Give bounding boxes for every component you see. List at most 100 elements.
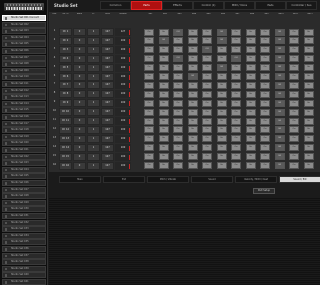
switch-button[interactable]: On xyxy=(260,46,270,54)
switch-button[interactable]: On xyxy=(173,64,183,72)
cell-vol[interactable]: 100 xyxy=(115,125,131,134)
switch-button[interactable]: On xyxy=(216,81,227,89)
cell-pc[interactable]: 1 xyxy=(87,81,100,90)
switch-button[interactable]: On xyxy=(202,99,212,107)
switch-button[interactable]: On xyxy=(245,81,256,89)
switch-button[interactable]: On xyxy=(216,73,227,80)
switch-button[interactable]: On xyxy=(202,28,212,36)
cell-lvl[interactable]: 127 xyxy=(101,152,114,161)
switch-button[interactable]: On xyxy=(245,144,256,152)
switch-button[interactable]: On xyxy=(187,90,198,98)
tab-item[interactable]: Control (1) xyxy=(193,1,224,10)
switch-button[interactable]: On xyxy=(231,153,241,161)
switch-button[interactable]: On xyxy=(216,90,227,98)
sidebar-item[interactable]: Studio Set 001 Concert xyxy=(2,15,46,21)
switch-button[interactable]: Off xyxy=(274,117,285,125)
cell-bank[interactable]: 0 xyxy=(73,72,86,81)
switch-button[interactable]: On xyxy=(187,108,198,116)
cell-ch[interactable]: Ch 3 xyxy=(59,45,72,54)
switch-button[interactable]: On xyxy=(260,162,270,169)
switch-button[interactable]: On xyxy=(173,37,183,45)
switch-button[interactable]: On xyxy=(202,64,212,72)
sidebar-item[interactable]: Studio Set 011 xyxy=(2,81,46,87)
switch-button[interactable]: On xyxy=(289,37,299,45)
cell-ch[interactable]: Ch 2 xyxy=(59,36,72,45)
switch-button[interactable]: On xyxy=(260,28,270,36)
switch-button[interactable]: On xyxy=(158,126,169,134)
cell-lvl[interactable]: 127 xyxy=(101,45,114,54)
switch-button[interactable]: On xyxy=(303,99,314,107)
switch-button[interactable]: On xyxy=(289,81,299,89)
cell-bank[interactable]: 0 xyxy=(73,161,86,170)
switch-button[interactable]: Off xyxy=(187,73,198,80)
switch-button[interactable]: On xyxy=(245,135,256,143)
switch-button[interactable]: On xyxy=(231,37,241,45)
cell-vol[interactable]: 100 xyxy=(115,36,131,45)
sidebar-item[interactable]: Studio Set 024 xyxy=(2,166,46,173)
sidebar-item[interactable]: Studio Set 020 xyxy=(2,140,46,147)
switch-button[interactable]: On xyxy=(303,162,314,169)
cell-lvl[interactable]: 127 xyxy=(101,134,114,143)
cell-pc[interactable]: 1 xyxy=(87,125,100,134)
sidebar-item[interactable]: Studio Set 005 xyxy=(2,41,46,48)
switch-button[interactable]: On xyxy=(187,37,198,45)
switch-button[interactable]: On xyxy=(173,90,183,98)
switch-button[interactable]: Off xyxy=(274,46,285,54)
cell-ch[interactable]: Ch 7 xyxy=(59,81,72,90)
switch-button[interactable]: On xyxy=(158,55,169,63)
switch-button[interactable]: On xyxy=(231,99,241,107)
sidebar-item[interactable]: Studio Set 003 xyxy=(2,28,46,35)
cell-bank[interactable]: 0 xyxy=(73,90,86,99)
switch-button[interactable]: Off xyxy=(231,55,241,63)
switch-button[interactable]: On xyxy=(202,90,212,98)
sidebar-item[interactable]: Studio Set 018 xyxy=(2,127,46,134)
tab-item[interactable]: Pads xyxy=(255,1,286,10)
switch-button[interactable]: On xyxy=(216,162,227,169)
switch-button[interactable]: On xyxy=(216,55,227,63)
switch-button[interactable]: On xyxy=(158,117,169,125)
cell-pc[interactable]: 1 xyxy=(87,152,100,161)
switch-button[interactable]: On xyxy=(187,99,198,107)
switch-button[interactable]: On xyxy=(144,99,154,107)
cell-vol[interactable]: 100 xyxy=(115,117,131,125)
switch-button[interactable]: On xyxy=(158,108,169,116)
cell-bank[interactable]: 0 xyxy=(73,99,86,108)
sidebar-item[interactable]: Studio Set 014 xyxy=(2,100,46,107)
switch-button[interactable]: On xyxy=(289,46,299,54)
switch-button[interactable]: On xyxy=(289,135,299,143)
switch-button[interactable]: On xyxy=(289,153,299,161)
cell-ch[interactable]: Ch 14 xyxy=(59,143,72,152)
cell-vol[interactable]: 100 xyxy=(115,152,131,161)
bottom-tab[interactable]: Ext xyxy=(103,176,145,183)
sidebar-item[interactable]: Studio Set 022 xyxy=(2,153,46,160)
sidebar-item[interactable]: Studio Set 009 xyxy=(2,67,46,74)
switch-button[interactable]: On xyxy=(158,135,169,143)
cell-vol[interactable]: 100 xyxy=(115,63,131,72)
switch-button[interactable]: On xyxy=(289,64,299,72)
switch-button[interactable]: On xyxy=(303,73,314,80)
sidebar-item[interactable]: Studio Set 007 xyxy=(2,54,46,61)
switch-button[interactable]: On xyxy=(289,90,299,98)
cell-bank[interactable]: 0 xyxy=(73,63,86,72)
switch-button[interactable]: On xyxy=(216,117,227,125)
switch-button[interactable]: On xyxy=(231,108,241,116)
cell-vol[interactable]: 100 xyxy=(115,108,131,117)
switch-button[interactable]: Off xyxy=(274,81,285,89)
sidebar-item[interactable]: Studio Set 040 xyxy=(2,272,46,279)
sidebar-item[interactable]: Studio Set 025 xyxy=(2,173,46,180)
switch-button[interactable]: On xyxy=(173,46,183,54)
cell-bank[interactable]: 0 xyxy=(73,108,86,117)
cell-ch[interactable]: Ch 8 xyxy=(59,90,72,99)
cell-pc[interactable]: 1 xyxy=(87,63,100,72)
sidebar-item[interactable]: Studio Set 019 xyxy=(2,133,46,140)
switch-button[interactable]: On xyxy=(245,90,256,98)
switch-button[interactable]: On xyxy=(289,55,299,63)
sidebar-item[interactable]: Studio Set 023 xyxy=(2,160,46,167)
switch-button[interactable]: On xyxy=(245,64,256,72)
switch-button[interactable]: On xyxy=(260,90,270,98)
switch-button[interactable]: On xyxy=(173,144,183,152)
cell-lvl[interactable]: 127 xyxy=(101,72,114,81)
switch-button[interactable]: On xyxy=(303,28,314,36)
switch-button[interactable]: On xyxy=(231,117,241,125)
switch-button[interactable]: On xyxy=(289,28,299,36)
